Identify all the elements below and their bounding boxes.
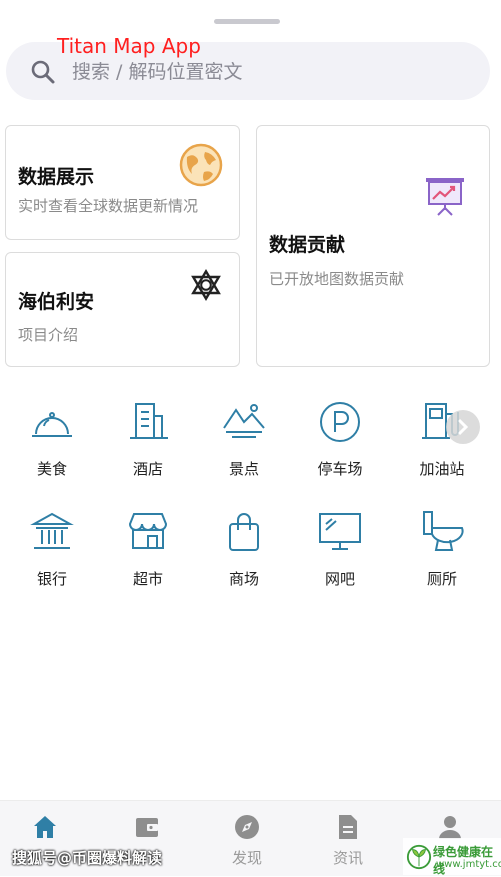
- category-label: 商场: [228, 570, 259, 588]
- card-title: 数据展示: [18, 166, 95, 188]
- data-contribution-card[interactable]: 数据贡献 已开放地图数据贡献: [256, 125, 490, 367]
- category-label: 停车场: [317, 460, 363, 478]
- hotel-building-icon: [130, 403, 168, 439]
- user-icon: [439, 816, 461, 839]
- watermark-url: www.jmtyt.com: [436, 859, 501, 870]
- card-title: 数据贡献: [269, 234, 346, 256]
- card-subtitle: 项目介绍: [18, 326, 79, 344]
- watermark-right: 绿色健康在线 www.jmtyt.com: [403, 838, 501, 876]
- hexagram-icon: [191, 269, 221, 301]
- data-display-card[interactable]: 数据展示 实时查看全球数据更新情况: [5, 125, 240, 240]
- card-subtitle: 实时查看全球数据更新情况: [18, 197, 199, 215]
- search-icon: [31, 60, 55, 84]
- hyperion-card[interactable]: 海伯利安 项目介绍: [5, 252, 240, 367]
- category-label: 美食: [36, 460, 67, 478]
- category-label: 超市: [132, 570, 163, 588]
- leaf-logo-icon: [406, 844, 432, 870]
- shopping-bag-icon: [229, 513, 259, 551]
- category-label: 加油站: [419, 460, 465, 478]
- tab-label: 资讯: [332, 849, 363, 867]
- tab-label: 发现: [231, 849, 262, 867]
- card-title: 海伯利安: [18, 291, 95, 313]
- category-supermarket[interactable]: 超市: [98, 510, 194, 598]
- scroll-right-button[interactable]: [446, 410, 480, 444]
- wallet-icon: [136, 818, 158, 837]
- category-label: 网吧: [324, 570, 355, 588]
- tab-news[interactable]: 资讯: [298, 801, 398, 876]
- parking-icon: [320, 402, 360, 442]
- supermarket-icon: [128, 513, 168, 549]
- tab-discover[interactable]: 发现: [197, 801, 297, 876]
- bank-icon: [30, 512, 74, 549]
- toilet-icon: [423, 511, 464, 551]
- presentation-chart-icon: [426, 178, 464, 216]
- card-subtitle: 已开放地图数据贡献: [269, 270, 405, 288]
- category-scenic[interactable]: 景点: [194, 400, 290, 488]
- food-cloche-icon: [32, 412, 72, 437]
- category-hotel[interactable]: 酒店: [98, 400, 194, 488]
- category-internet-cafe[interactable]: 网吧: [290, 510, 386, 598]
- compass-icon: [235, 815, 259, 839]
- category-label: 银行: [36, 570, 67, 588]
- category-mall[interactable]: 商场: [194, 510, 290, 598]
- chevron-right-icon: [457, 418, 469, 436]
- category-label: 酒店: [132, 460, 163, 478]
- category-toilet[interactable]: 厕所: [392, 510, 488, 598]
- watermark-left: 搜狐号@币圈爆料解读: [12, 849, 163, 867]
- category-label: 厕所: [426, 570, 457, 588]
- globe-icon: [179, 143, 223, 187]
- category-bank[interactable]: 银行: [2, 510, 98, 598]
- computer-monitor-icon: [319, 513, 361, 550]
- search-input[interactable]: [70, 55, 464, 89]
- category-label: 景点: [228, 460, 259, 478]
- app-title: Titan Map App: [57, 34, 201, 58]
- document-icon: [339, 815, 357, 839]
- category-food[interactable]: 美食: [2, 400, 98, 488]
- home-icon: [34, 816, 56, 838]
- bottom-sheet: Titan Map App 数据展示 实时查看全球数据更新情况 数据贡献 已开放…: [0, 0, 501, 876]
- category-parking[interactable]: 停车场: [290, 400, 386, 488]
- sheet-grabber-handle[interactable]: [214, 19, 280, 24]
- scenic-mountain-icon: [223, 404, 265, 438]
